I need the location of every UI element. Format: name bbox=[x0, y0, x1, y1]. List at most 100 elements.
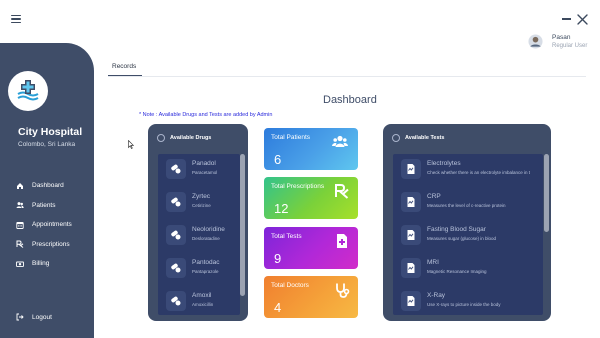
test-report-icon bbox=[401, 192, 421, 212]
available-tests-panel: Available Tests Electrolytes Check whethe… bbox=[383, 124, 551, 321]
admin-note: * Note : Available Drugs and Tests are a… bbox=[139, 112, 273, 118]
tests-list: Electrolytes Check whether there is an el… bbox=[393, 154, 543, 315]
test-name: MRI bbox=[427, 259, 439, 266]
calendar-icon bbox=[16, 221, 24, 229]
drug-generic: Paracetamol bbox=[192, 170, 218, 175]
test-name: Fasting Blood Sugar bbox=[427, 226, 486, 233]
hamburger-menu-icon[interactable] bbox=[11, 15, 21, 24]
drugs-panel-radio[interactable] bbox=[157, 134, 165, 142]
rx-icon bbox=[16, 240, 24, 249]
list-item[interactable]: Electrolytes Check whether there is an el… bbox=[393, 154, 543, 187]
logout-label: Logout bbox=[32, 313, 52, 321]
stat-value: 4 bbox=[274, 300, 282, 315]
test-report-icon bbox=[401, 159, 421, 179]
sidebar-item-billing[interactable]: Billing bbox=[0, 254, 94, 274]
test-report-icon bbox=[401, 258, 421, 278]
users-icon bbox=[16, 202, 24, 209]
stat-value: 12 bbox=[274, 201, 289, 216]
sidebar-item-dashboard[interactable]: Dashboard bbox=[0, 176, 94, 196]
patients-group-icon bbox=[332, 135, 348, 147]
pills-icon bbox=[166, 291, 186, 311]
test-report-icon bbox=[401, 291, 421, 311]
drugs-list: Panadol Paracetamol Zyrtec Cetirizine Neol… bbox=[158, 154, 240, 315]
test-name: Electrolytes bbox=[427, 160, 461, 167]
drug-name: Neoloridine bbox=[192, 226, 225, 233]
list-item[interactable]: Zyrtec Cetirizine bbox=[158, 187, 240, 220]
page-title: Dashboard bbox=[323, 94, 377, 106]
logout-icon bbox=[16, 313, 24, 321]
pills-icon bbox=[166, 159, 186, 179]
list-item[interactable]: Fasting Blood Sugar Measures sugar (gluco… bbox=[393, 220, 543, 253]
drugs-scrollbar[interactable] bbox=[240, 154, 245, 296]
tests-scrollbar[interactable] bbox=[544, 154, 549, 232]
tab-records[interactable]: Records bbox=[112, 63, 136, 70]
available-drugs-panel: Available Drugs Panadol Paracetamol Zyrte… bbox=[148, 124, 248, 321]
sidebar-item-label: Patients bbox=[32, 201, 56, 209]
stat-label: Total Patients bbox=[271, 134, 311, 141]
sidebar-item-patients[interactable]: Patients bbox=[0, 196, 94, 216]
tests-panel-radio[interactable] bbox=[392, 134, 400, 142]
test-name: CRP bbox=[427, 193, 441, 200]
drugs-panel-title: Available Drugs bbox=[170, 135, 212, 141]
pills-icon bbox=[166, 258, 186, 278]
drug-generic: Cetirizine bbox=[192, 203, 211, 208]
hospital-logo bbox=[8, 71, 48, 111]
list-item[interactable]: Panadol Paracetamol bbox=[158, 154, 240, 187]
drug-name: Zyrtec bbox=[192, 193, 211, 200]
stat-label: Total Tests bbox=[271, 233, 302, 240]
list-item[interactable]: Pantodac Pantaprazole bbox=[158, 253, 240, 286]
hospital-name: City Hospital bbox=[18, 126, 83, 138]
logout-button[interactable]: Logout bbox=[16, 313, 52, 321]
list-item[interactable]: Neoloridine Desloratadine bbox=[158, 220, 240, 253]
home-icon bbox=[17, 182, 23, 189]
stat-card-prescriptions[interactable]: Total Prescriptions 12 bbox=[264, 177, 358, 219]
money-icon bbox=[16, 261, 24, 267]
pills-icon bbox=[166, 225, 186, 245]
hospital-location: Colombo, Sri Lanka bbox=[18, 141, 76, 148]
test-description: Measures sugar (glucose) in blood bbox=[427, 236, 497, 241]
test-name: X-Ray bbox=[427, 292, 446, 299]
sidebar-item-appointments[interactable]: Appointments bbox=[0, 215, 94, 235]
test-description: Measures the level of c-reactive protein bbox=[427, 203, 506, 208]
list-item[interactable]: X-Ray Use X-rays to picture inside the bo… bbox=[393, 286, 543, 315]
sidebar-item-label: Billing bbox=[32, 260, 50, 268]
stat-value: 6 bbox=[274, 152, 282, 167]
stat-card-patients[interactable]: Total Patients 6 bbox=[264, 128, 358, 170]
test-description: Check whether there is an electrolyte im… bbox=[427, 170, 531, 175]
tests-panel-title: Available Tests bbox=[405, 135, 445, 141]
rx-icon bbox=[335, 184, 349, 199]
stat-label: Total Doctors bbox=[271, 282, 309, 289]
test-description: Magnetic Resonance Imaging bbox=[427, 269, 487, 274]
minimize-icon[interactable] bbox=[562, 18, 571, 20]
user-name: Pasan bbox=[552, 34, 571, 41]
mouse-cursor-icon bbox=[128, 140, 134, 149]
tab-divider bbox=[108, 76, 586, 77]
test-report-icon bbox=[401, 225, 421, 245]
list-item[interactable]: MRI Magnetic Resonance Imaging bbox=[393, 253, 543, 286]
sidebar-item-prescriptions[interactable]: Prescriptions bbox=[0, 235, 94, 255]
drug-name: Pantodac bbox=[192, 259, 220, 266]
sidebar: City Hospital Colombo, Sri Lanka Dashboa… bbox=[0, 43, 94, 338]
drug-generic: Amoxicillin bbox=[192, 302, 214, 307]
pills-icon bbox=[166, 192, 186, 212]
stat-card-tests[interactable]: Total Tests 9 bbox=[264, 227, 358, 269]
stat-label: Total Prescriptions bbox=[271, 183, 325, 190]
list-item[interactable]: Amoxil Amoxicillin bbox=[158, 286, 240, 315]
medical-document-icon bbox=[337, 234, 347, 248]
sidebar-item-label: Appointments bbox=[32, 221, 72, 229]
stat-card-doctors[interactable]: Total Doctors 4 bbox=[264, 276, 358, 318]
stat-value: 9 bbox=[274, 251, 282, 266]
list-item[interactable]: CRP Measures the level of c-reactive prot… bbox=[393, 187, 543, 220]
test-description: Use X-rays to picture inside the body bbox=[427, 302, 501, 307]
drug-name: Panadol bbox=[192, 160, 216, 167]
drug-name: Amoxil bbox=[192, 292, 212, 299]
sidebar-item-label: Prescriptions bbox=[32, 240, 70, 248]
stethoscope-icon bbox=[336, 283, 350, 298]
sidebar-nav: Dashboard Patients Appointments Prescrip… bbox=[0, 176, 94, 274]
drug-generic: Desloratadine bbox=[192, 236, 220, 241]
user-avatar-icon bbox=[528, 34, 543, 49]
user-role: Regular User bbox=[552, 43, 588, 49]
close-icon[interactable] bbox=[577, 14, 588, 25]
sidebar-item-label: Dashboard bbox=[32, 182, 64, 190]
drug-generic: Pantaprazole bbox=[192, 269, 219, 274]
